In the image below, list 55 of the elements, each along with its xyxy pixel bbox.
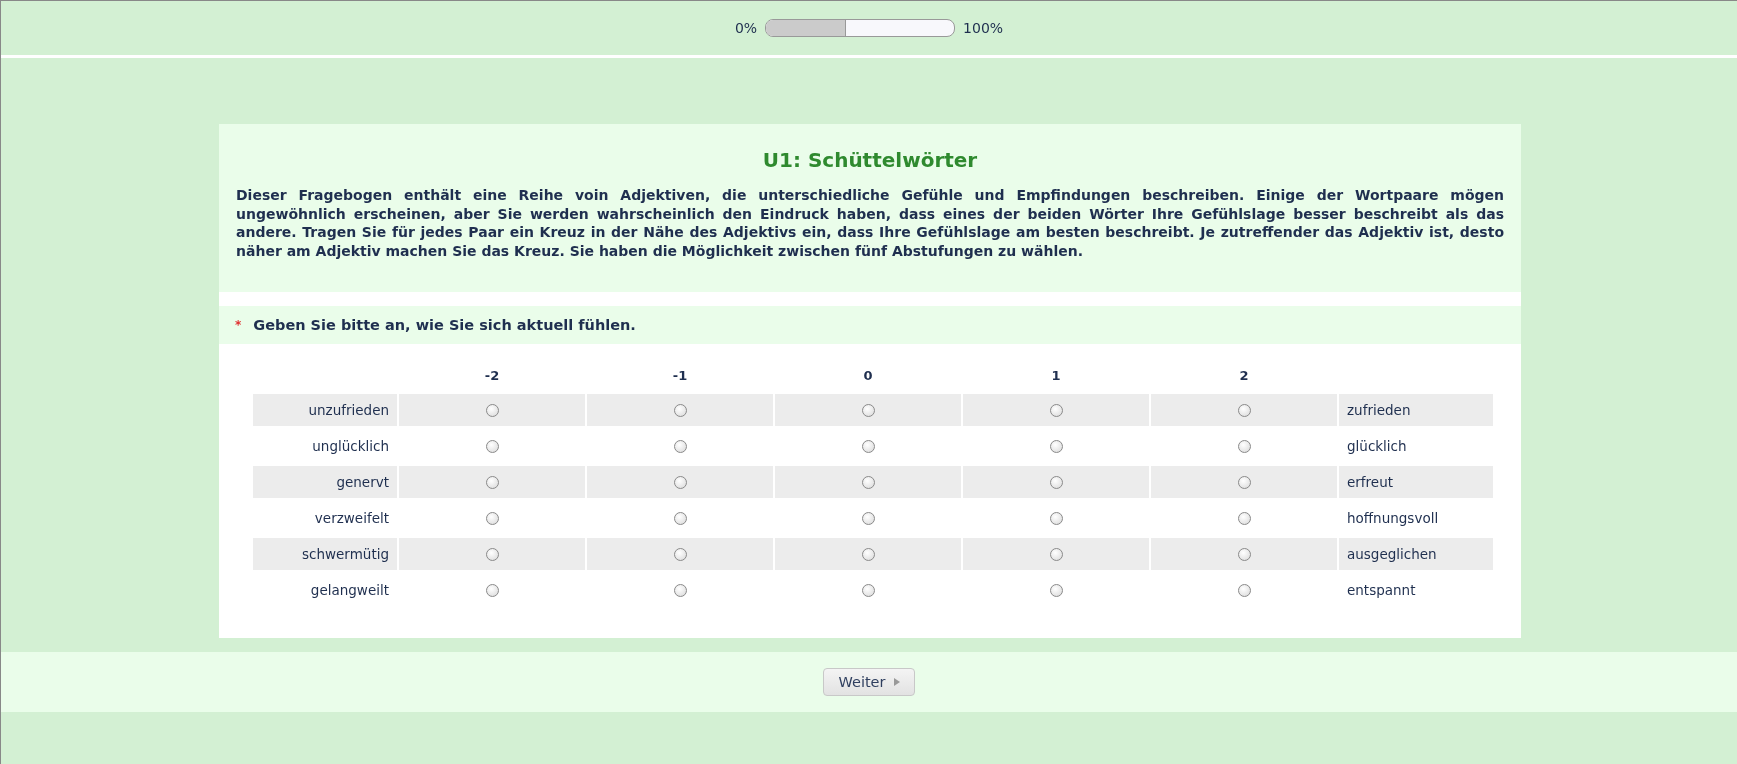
radio-button[interactable]	[673, 475, 687, 489]
right-adjective: ausgeglichen	[1339, 538, 1493, 570]
radio-button[interactable]	[1049, 403, 1063, 417]
radio-button[interactable]	[673, 583, 687, 597]
radio-button[interactable]	[673, 511, 687, 525]
right-adjective: zufrieden	[1339, 394, 1493, 426]
radio-button[interactable]	[1237, 511, 1251, 525]
radio-button[interactable]	[1049, 475, 1063, 489]
radio-button[interactable]	[1237, 439, 1251, 453]
radio-button[interactable]	[1237, 583, 1251, 597]
left-adjective: genervt	[253, 466, 397, 498]
progress-start-label: 0%	[734, 20, 758, 36]
section-title: U1: Schüttelwörter	[761, 148, 979, 172]
right-adjective: hoffnungsvoll	[1346, 509, 1440, 528]
radio-button[interactable]	[673, 403, 687, 417]
next-button[interactable]: Weiter	[823, 668, 915, 696]
radio-button[interactable]	[861, 583, 875, 597]
required-mark: *	[235, 318, 242, 332]
radio-button[interactable]	[861, 403, 875, 417]
radio-button[interactable]	[485, 403, 499, 417]
radio-button[interactable]	[485, 547, 499, 561]
right-adjective: glücklich	[1346, 437, 1408, 456]
progress-end-label: 100%	[963, 20, 1004, 36]
question-text: Geben Sie bitte an, wie Sie sich aktuell fühlen.	[253, 317, 636, 333]
radio-button[interactable]	[485, 583, 499, 597]
radio-button[interactable]	[485, 475, 499, 489]
scale-label: -1	[671, 367, 689, 385]
radio-button[interactable]	[1237, 475, 1251, 489]
radio-button[interactable]	[861, 547, 875, 561]
scale-label: 1	[1050, 367, 1062, 385]
radio-button[interactable]	[485, 511, 499, 525]
left-adjective: unzufrieden	[253, 394, 397, 426]
scale-label: -2	[483, 367, 501, 385]
radio-button[interactable]	[861, 511, 875, 525]
left-adjective: gelangweilt	[309, 581, 390, 600]
radio-button[interactable]	[673, 547, 687, 561]
scale-label: 2	[1238, 367, 1250, 385]
caret-icon	[893, 678, 900, 686]
radio-button[interactable]	[1049, 439, 1063, 453]
radio-button[interactable]	[1049, 511, 1063, 525]
left-adjective: verzweifelt	[313, 509, 390, 528]
right-adjective: entspannt	[1346, 581, 1417, 600]
right-adjective: erfreut	[1339, 466, 1493, 498]
radio-button[interactable]	[1049, 547, 1063, 561]
radio-button[interactable]	[1049, 583, 1063, 597]
radio-button[interactable]	[861, 475, 875, 489]
radio-button[interactable]	[1237, 403, 1251, 417]
left-adjective: unglücklich	[311, 437, 390, 456]
radio-button[interactable]	[485, 439, 499, 453]
radio-button[interactable]	[1237, 547, 1251, 561]
scale-label: 0	[862, 367, 874, 385]
intro-paragraph: Dieser Fragebogen enthält eine Reihe voin Adjektiven, die unterschiedliche Gefühle und Empfindungen beschreiben. Einige der Wortpaare mögen ungewöhnlich erscheinen, aber Sie werden wahrscheinlich den Eindruck haben, dass eines der beiden Wörter Ihre Gefühlslage besser beschreibt als das andere. Tragen Sie für jedes Paar ein Kreuz in der Nähe des Adjektivs ein, dass Ihre Gefühlslage am besten beschreibt. Je zutreffender das Adjektiv ist, desto näher am Adjektiv machen Sie das Kreuz. Sie haben die Möglichkeit zwischen fünf Abstufungen zu wählen.	[236, 186, 1504, 260]
left-adjective: schwermütig	[253, 538, 397, 570]
radio-button[interactable]	[673, 439, 687, 453]
radio-button[interactable]	[861, 439, 875, 453]
